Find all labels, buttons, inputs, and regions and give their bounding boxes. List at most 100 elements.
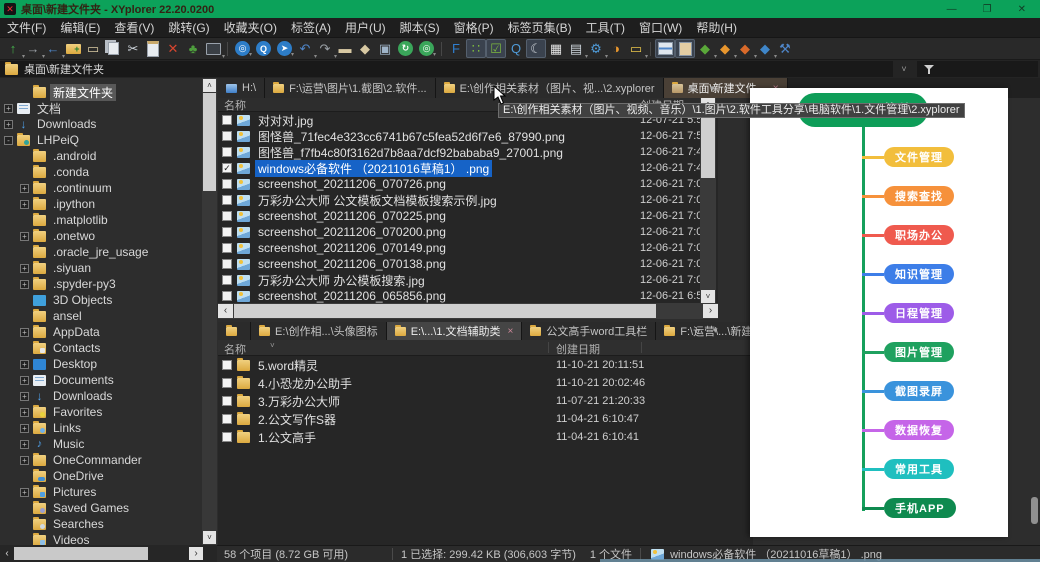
tree-item[interactable]: + .onetwo [0,228,202,244]
file-checkbox[interactable] [222,115,232,125]
tree-item[interactable]: + Links [0,420,202,436]
file-checkbox[interactable] [222,259,232,269]
tree-expander-icon[interactable]: + [20,440,29,449]
side-scrollbar-thumb[interactable] [1031,497,1038,524]
colors-button[interactable]: ◑ [606,39,626,58]
column-name[interactable]: 名称 [224,341,246,357]
tag-blue-button[interactable]: ◆ [755,39,775,58]
address-field[interactable]: 桌面\新建文件夹 [0,61,893,77]
top-list-horizontal-scrollbar[interactable]: ‹ › [218,303,718,319]
dark-mode-button[interactable]: ☾ [526,39,546,58]
tree-expander-icon[interactable]: + [20,408,29,417]
file-row[interactable]: screenshot_20211206_070138.png 12-06-21 … [218,256,718,272]
delete-button[interactable]: ✕ [163,39,183,58]
menu-item[interactable]: 用户(U) [338,19,393,36]
tree-item[interactable]: + Favorites [0,404,202,420]
bottom-pane-tab[interactable]: E:\创作相...\头像图标 [251,322,387,340]
file-row[interactable]: screenshot_20211206_070225.png 12-06-21 … [218,208,718,224]
tab-close-icon[interactable]: × [508,326,514,337]
tree-expander-icon[interactable]: + [4,104,13,113]
folder-row[interactable]: 4.小恐龙办公助手 11-10-21 20:02:46 [218,374,753,392]
tree-item[interactable]: OneDrive [0,468,202,484]
file-checkbox[interactable] [222,275,232,285]
tree-item[interactable]: + Desktop [0,356,202,372]
menu-item[interactable]: 跳转(G) [161,19,216,36]
tree-item[interactable]: + .continuum [0,180,202,196]
file-row[interactable]: 图怪兽_71fec4e323cc6741b67c5fea52d6f7e6_879… [218,128,718,144]
tree-vertical-scrollbar[interactable]: ˄ ˅ [202,78,217,545]
folder-row[interactable]: 1.公文高手 11-04-21 6:10:41 [218,428,753,446]
tree-path-button[interactable]: ∷ [466,39,486,58]
menu-item[interactable]: 帮助(H) [689,19,744,36]
mindmap-node[interactable]: 图片管理 [862,342,956,362]
top-list-hscrollbar-thumb[interactable] [234,304,656,318]
tree-scrollbar-thumb[interactable] [203,93,216,191]
mindmap-node[interactable]: 搜索查找 [862,186,956,206]
tag-orange-button[interactable]: ◆ [715,39,735,58]
tree-expander-icon[interactable]: + [4,120,13,129]
file-row[interactable]: screenshot_20211206_065856.png 12-06-21 … [218,288,718,303]
folder-checkbox[interactable] [222,378,232,388]
close-button[interactable]: ✕ [1018,4,1026,15]
tree-item[interactable]: + .spyder-py3 [0,276,202,292]
top-pane-tab[interactable]: E:\创作相关素材（图片、视...\2.xyplorer [436,78,664,98]
tree-item[interactable]: + Documents [0,372,202,388]
mindmap-node[interactable]: 日程管理 [862,303,956,323]
file-row[interactable]: screenshot_20211206_070726.png 12-06-21 … [218,176,718,192]
minimize-button[interactable]: — [947,4,957,15]
mindmap-node[interactable]: 文件管理 [862,147,956,167]
split-vertical-button[interactable] [675,39,695,58]
file-checkbox[interactable] [222,211,232,221]
scroll-left-icon[interactable]: ‹ [1,547,13,560]
tag-red-button[interactable]: ◆ [735,39,755,58]
settings-gear-button[interactable]: ⚙ [586,39,606,58]
tree-item[interactable]: Videos [0,532,202,545]
file-row[interactable]: 万彩办公大师 公文模板文档模板搜索示例.jpg 12-06-21 7:04 [218,192,718,208]
file-row[interactable]: screenshot_20211206_070200.png 12-06-21 … [218,224,718,240]
new-tab-button[interactable]: + [681,81,702,95]
tree-expander-icon[interactable]: + [20,328,29,337]
scroll-right-icon[interactable]: › [703,304,718,318]
folder-row[interactable]: 5.word精灵 11-10-21 20:11:51 [218,356,753,374]
column-created[interactable]: 创建日期 [556,341,600,357]
scroll-up-icon[interactable]: ˄ [203,79,216,92]
mindmap-node[interactable]: 手机APP [862,498,956,518]
computer-button[interactable] [203,39,223,58]
mindmap-node[interactable]: 数据恢复 [862,420,956,440]
tab-list-icon[interactable]: ▾ [703,83,722,94]
file-checkbox[interactable] [222,195,232,205]
refresh-button[interactable]: ↻ [398,41,413,56]
menu-item[interactable]: 标签页集(B) [501,19,579,36]
folder-row[interactable]: 2.公文写作S器 11-04-21 6:10:47 [218,410,753,428]
mindmap-node[interactable]: 截图录屏 [862,381,956,401]
toolbar-separator[interactable] [437,39,446,58]
mindmap-node[interactable]: 知识管理 [862,264,956,284]
top-pane-tab[interactable]: F:\运营\图片\1.截图\2.软件... [265,78,436,98]
tree-item[interactable]: Saved Games [0,500,202,516]
cut-button[interactable]: ✂ [123,39,143,58]
maximize-button[interactable]: ❐ [983,4,992,15]
favorites-button[interactable]: F [446,39,466,58]
back-button[interactable]: ← [43,39,63,58]
menu-item[interactable]: 文件(F) [0,19,53,36]
undo-button[interactable]: ↶ [295,39,315,58]
mindmap-node[interactable]: 常用工具 [862,459,956,479]
tree-horizontal-scrollbar[interactable]: ‹ › [0,545,217,562]
file-row[interactable]: screenshot_20211206_070149.png 12-06-21 … [218,240,718,256]
top-list-vertical-scrollbar[interactable]: ˄ ˅ [700,98,716,303]
block-button[interactable]: ▬ [335,39,355,58]
split-horizontal-button[interactable] [655,39,675,58]
tree-item[interactable]: + OneCommander [0,452,202,468]
tools-button[interactable]: ⚒ [775,39,795,58]
menu-item[interactable]: 标签(A) [284,19,338,36]
address-dropdown-icon[interactable]: ˅ [895,61,913,77]
tree-item[interactable]: 3D Objects [0,292,202,308]
menu-item[interactable]: 收藏夹(O) [217,19,284,36]
locate-button[interactable]: ◎ [235,41,250,56]
file-checkbox[interactable] [222,179,232,189]
tree-item[interactable]: ansel [0,308,202,324]
file-checkbox[interactable] [222,131,232,141]
tab-list-icon[interactable]: ▾ [706,325,725,336]
forward-button[interactable]: → [23,39,43,58]
menu-item[interactable]: 窗口(W) [632,19,689,36]
